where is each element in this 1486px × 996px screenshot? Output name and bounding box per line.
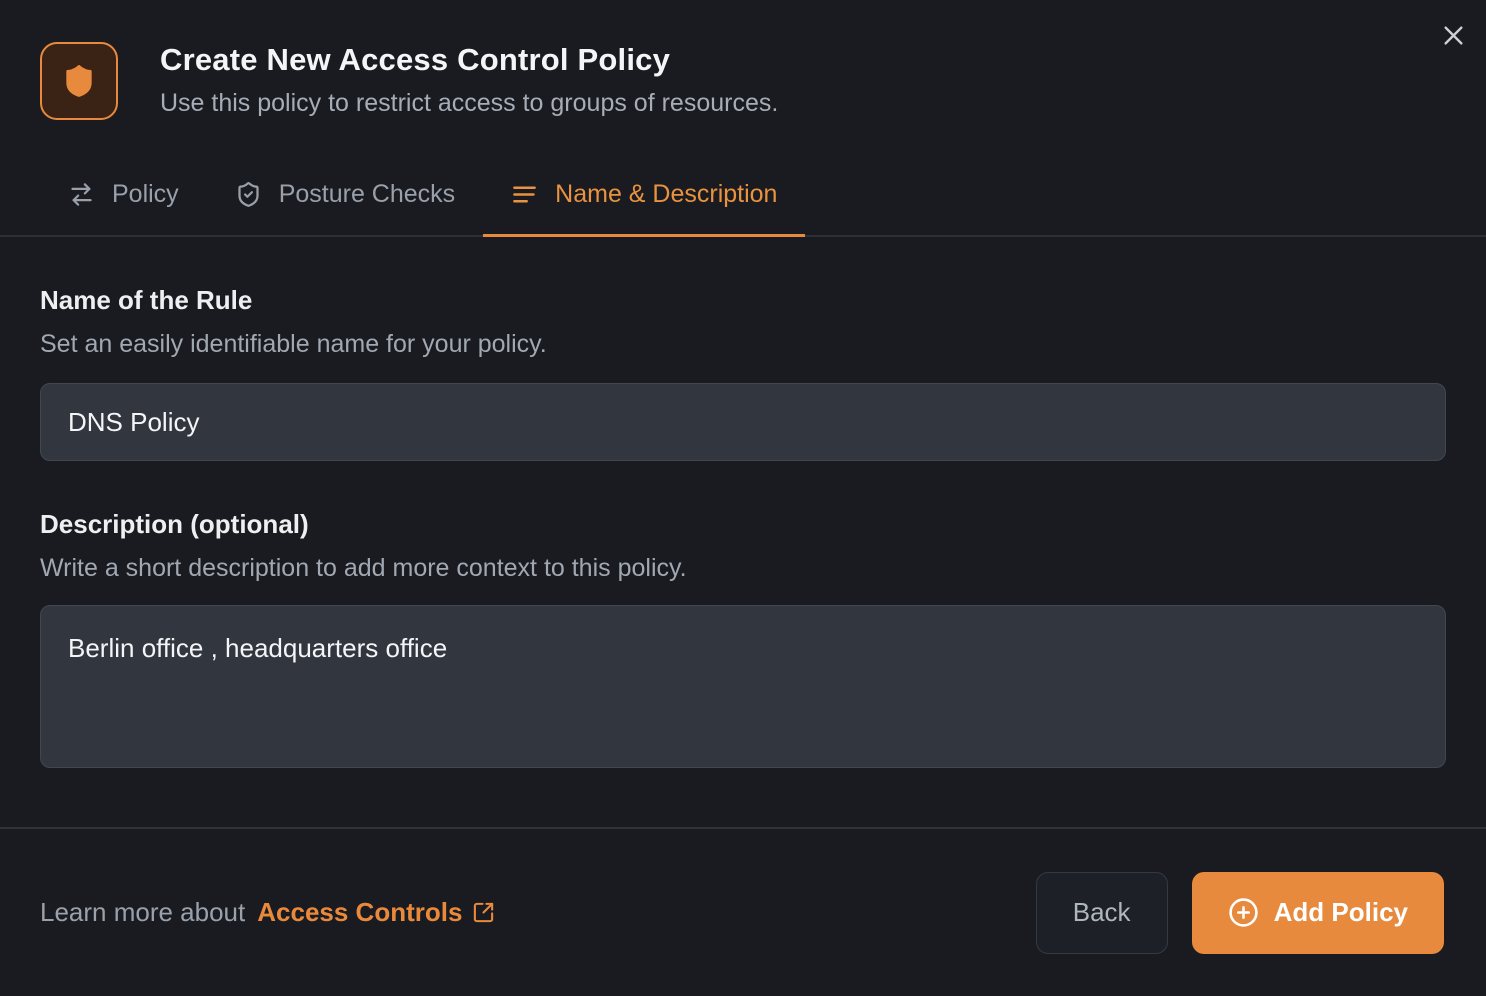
name-field-help: Set an easily identifiable name for your… <box>40 330 1446 359</box>
shield-check-icon <box>235 181 262 208</box>
tab-posture-checks[interactable]: Posture Checks <box>207 180 483 237</box>
policy-shield-badge <box>40 42 118 120</box>
description-textarea[interactable]: Berlin office , headquarters office <box>40 605 1446 768</box>
shield-icon <box>60 62 98 100</box>
add-policy-button-label: Add Policy <box>1274 897 1408 928</box>
footer-buttons: Back Add Policy <box>1036 872 1444 954</box>
tab-policy[interactable]: Policy <box>40 180 207 237</box>
description-field-label: Description (optional) <box>40 509 1446 540</box>
tab-posture-checks-label: Posture Checks <box>279 180 455 209</box>
plus-circle-icon <box>1228 897 1259 928</box>
modal-title: Create New Access Control Policy <box>160 42 778 78</box>
rule-name-input[interactable] <box>40 383 1446 461</box>
learn-more: Learn more about Access Controls <box>40 897 495 928</box>
form-body: Name of the Rule Set an easily identifia… <box>0 285 1486 768</box>
access-controls-link[interactable]: Access Controls <box>257 897 495 928</box>
modal-footer: Learn more about Access Controls Back <box>0 827 1486 996</box>
access-controls-link-label: Access Controls <box>257 897 462 928</box>
tab-bar: Policy Posture Checks Name & Description <box>0 180 1486 237</box>
modal-subtitle: Use this policy to restrict access to gr… <box>160 89 778 118</box>
add-policy-button[interactable]: Add Policy <box>1192 872 1444 954</box>
description-field-help: Write a short description to add more co… <box>40 554 1446 583</box>
tab-policy-label: Policy <box>112 180 179 209</box>
learn-more-prefix: Learn more about <box>40 897 245 928</box>
name-field-label: Name of the Rule <box>40 285 1446 316</box>
modal-header: Create New Access Control Policy Use thi… <box>0 0 1486 120</box>
back-button[interactable]: Back <box>1036 872 1168 954</box>
tab-name-description[interactable]: Name & Description <box>483 180 805 237</box>
tab-name-description-label: Name & Description <box>555 180 777 209</box>
text-lines-icon <box>511 181 538 208</box>
close-button[interactable] <box>1436 18 1470 52</box>
x-icon <box>1440 22 1467 49</box>
external-link-icon <box>472 901 495 924</box>
swap-arrows-icon <box>68 181 95 208</box>
